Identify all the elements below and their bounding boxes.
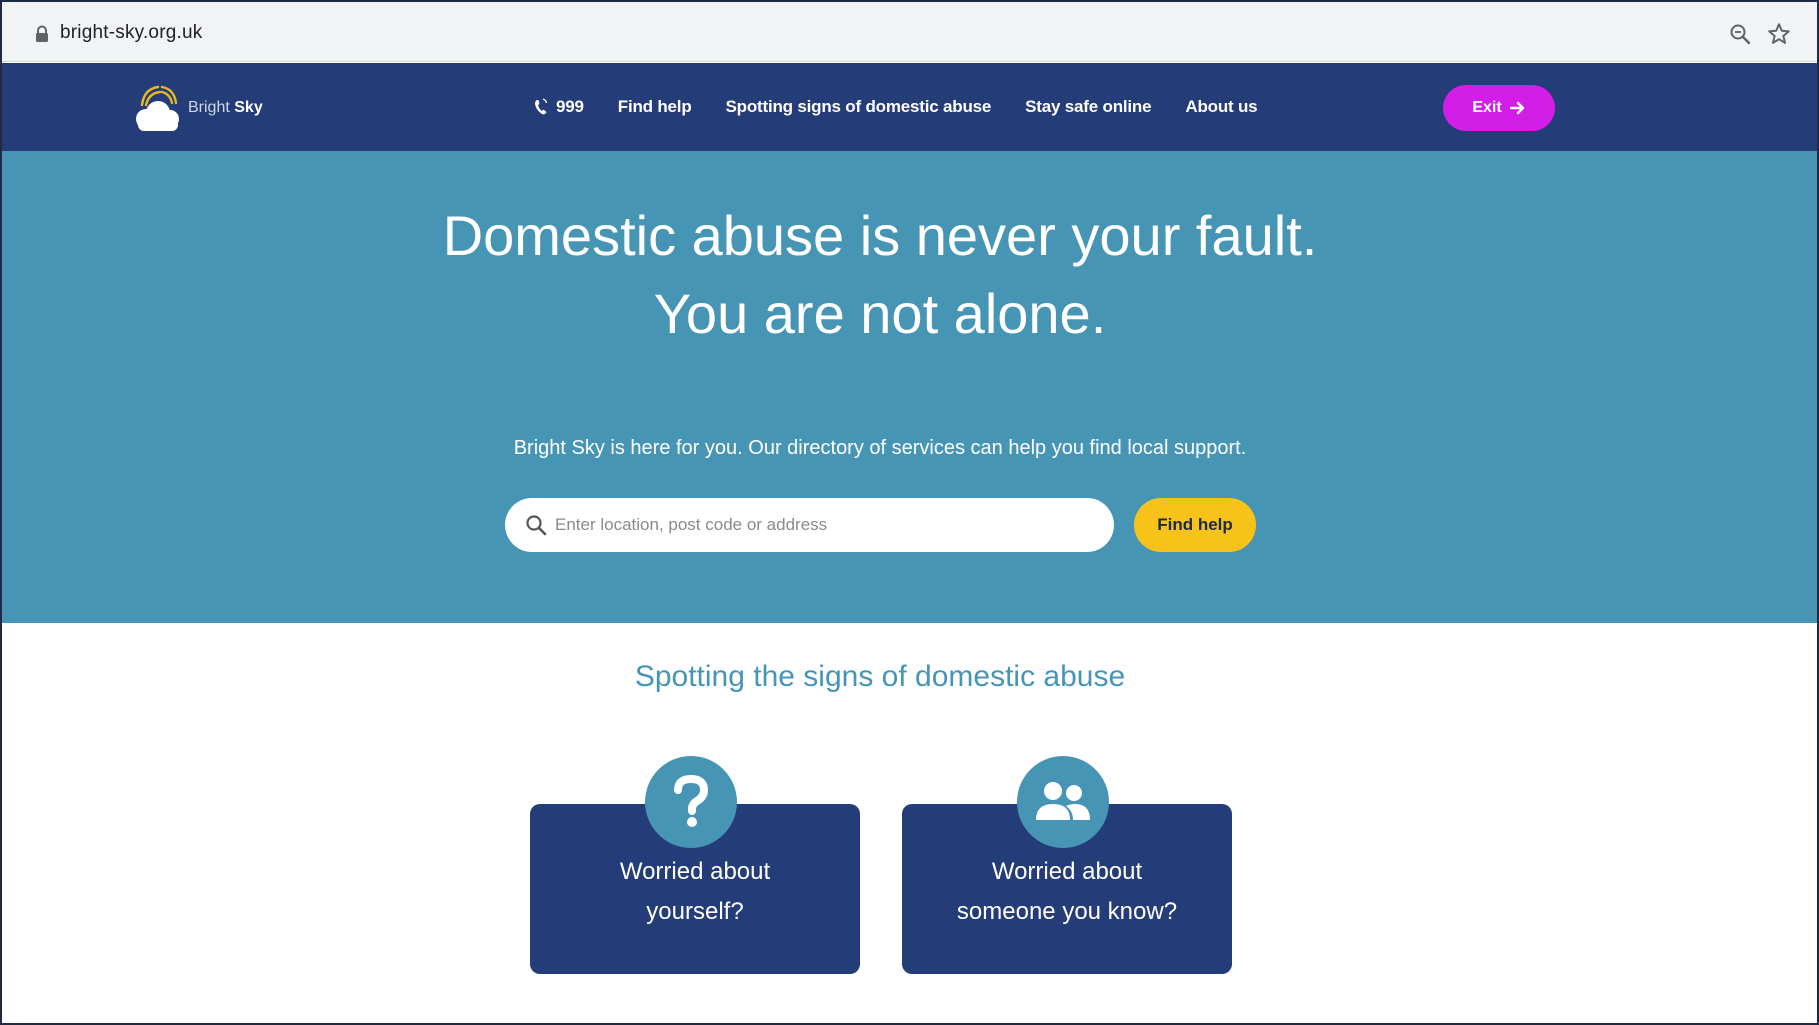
main-nav: 999 Find help Spotting signs of domestic… <box>534 63 1258 151</box>
logo-text-bold: Sky <box>234 99 263 116</box>
find-help-button[interactable]: Find help <box>1134 498 1256 552</box>
card-line2: someone you know? <box>956 898 1178 925</box>
hero-title: Domestic abuse is never your fault. You … <box>2 197 1758 353</box>
card-line1: Worried about <box>991 858 1143 885</box>
logo[interactable]: Bright Sky <box>132 81 282 135</box>
exit-button[interactable]: Exit <box>1443 85 1555 131</box>
browser-toolbar: bright-sky.org.uk <box>2 2 1817 62</box>
nav-item-spotting-signs[interactable]: Spotting signs of domestic abuse <box>726 97 992 117</box>
url-text[interactable]: bright-sky.org.uk <box>60 22 202 44</box>
lock-icon <box>36 25 48 42</box>
site-header: Bright Sky 999 Find help Spotting signs … <box>2 63 1817 151</box>
location-search-box[interactable] <box>505 498 1114 552</box>
nav-item-stay-safe-online[interactable]: Stay safe online <box>1025 97 1151 117</box>
hero-title-line2: You are not alone. <box>653 282 1107 345</box>
hero-section: Domestic abuse is never your fault. You … <box>2 151 1817 623</box>
phone-icon <box>535 98 548 115</box>
card-line2: yourself? <box>646 898 744 925</box>
card-icon-circle <box>1017 756 1109 848</box>
star-icon[interactable] <box>1766 21 1792 47</box>
card-worried-about-yourself[interactable]: Worried about yourself? <box>530 756 860 974</box>
address-bar[interactable]: bright-sky.org.uk <box>14 12 1804 54</box>
card-line1: Worried about <box>619 858 771 885</box>
search-icon <box>526 515 547 536</box>
nav-phone-label: 999 <box>556 97 584 116</box>
card-worried-about-someone[interactable]: Worried about someone you know? <box>902 756 1232 974</box>
question-mark-icon <box>674 775 709 827</box>
zoom-icon[interactable] <box>1728 22 1752 46</box>
logo-text-light: Bright <box>188 99 230 116</box>
nav-item-about-us[interactable]: About us <box>1185 97 1257 117</box>
card-text: Worried about someone you know? <box>902 852 1232 932</box>
nav-item-find-help[interactable]: Find help <box>618 97 692 117</box>
browser-window: bright-sky.org.uk Bright Sky 999 Find he… <box>0 0 1819 1025</box>
exit-button-label: Exit <box>1472 99 1502 116</box>
location-search-input[interactable] <box>553 514 1093 536</box>
people-icon <box>1036 782 1090 820</box>
sun-cloud-logo <box>136 85 179 131</box>
hero-title-line1: Domestic abuse is never your fault. <box>442 204 1318 267</box>
arrow-right-icon <box>1509 101 1524 115</box>
hero-intro-text: Bright Sky is here for you. Our director… <box>513 437 1247 459</box>
nav-item-phone-999[interactable]: 999 <box>534 97 584 117</box>
card-icon-circle <box>645 756 737 848</box>
logo-text: Bright Sky <box>188 99 263 117</box>
card-text: Worried about yourself? <box>530 852 860 932</box>
signs-heading: Spotting the signs of domestic abuse <box>634 660 1126 693</box>
